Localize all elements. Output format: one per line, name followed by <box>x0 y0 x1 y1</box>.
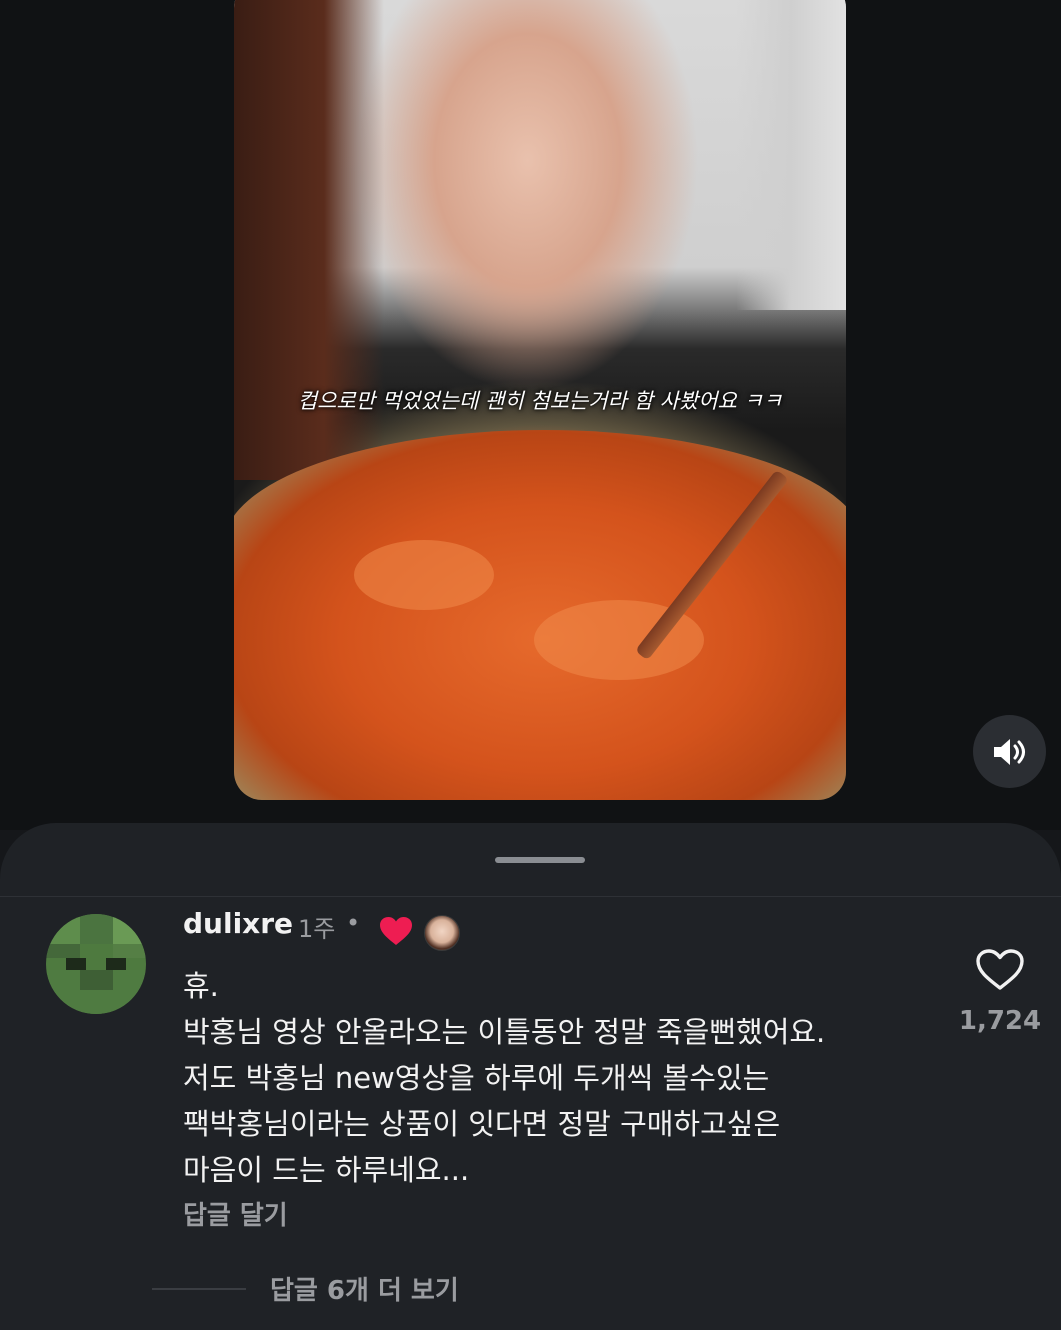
sheet-drag-handle[interactable] <box>495 857 585 863</box>
video-scene-food <box>354 540 494 610</box>
replies-divider <box>152 1288 246 1290</box>
reply-button[interactable]: 답글 달기 <box>183 1195 288 1232</box>
view-more-replies-button[interactable]: 답글 6개 더 보기 <box>270 1270 459 1307</box>
like-button[interactable] <box>975 948 1025 996</box>
comment-timestamp: 1주 <box>298 915 336 943</box>
heart-outline-icon <box>976 949 1024 990</box>
commenter-avatar[interactable] <box>46 914 146 1014</box>
creator-liked-heart-icon <box>378 915 414 951</box>
speaker-volume-icon <box>993 738 1025 765</box>
sound-toggle-button[interactable] <box>973 715 1046 788</box>
like-count: 1,724 <box>958 1006 1042 1036</box>
meta-separator: • <box>346 909 361 937</box>
comment-text: 휴. 박홍님 영상 안올라오는 이틀동안 정말 죽을뻔했어요. 저도 박홍님 n… <box>183 969 826 1187</box>
video-area: 컵으로만 먹었었는데 괜히 첨보는거라 함 사봤어요 ㅋㅋ <box>0 0 1061 830</box>
sheet-divider <box>0 896 1061 897</box>
video-subtitle: 컵으로만 먹었었는데 괜히 첨보는거라 함 사봤어요 ㅋㅋ <box>297 389 783 413</box>
creator-avatar <box>424 915 460 951</box>
video-scene-pot <box>234 430 846 800</box>
video-scene-background <box>736 0 846 310</box>
commenter-username[interactable]: dulixre <box>183 907 293 940</box>
comments-sheet: dulixre 1주 • 휴. 박홍님 영상 안올라오는 이틀동안 정말 죽을뻔… <box>0 823 1061 1330</box>
video-player[interactable]: 컵으로만 먹었었는데 괜히 첨보는거라 함 사봤어요 ㅋㅋ <box>234 0 846 800</box>
